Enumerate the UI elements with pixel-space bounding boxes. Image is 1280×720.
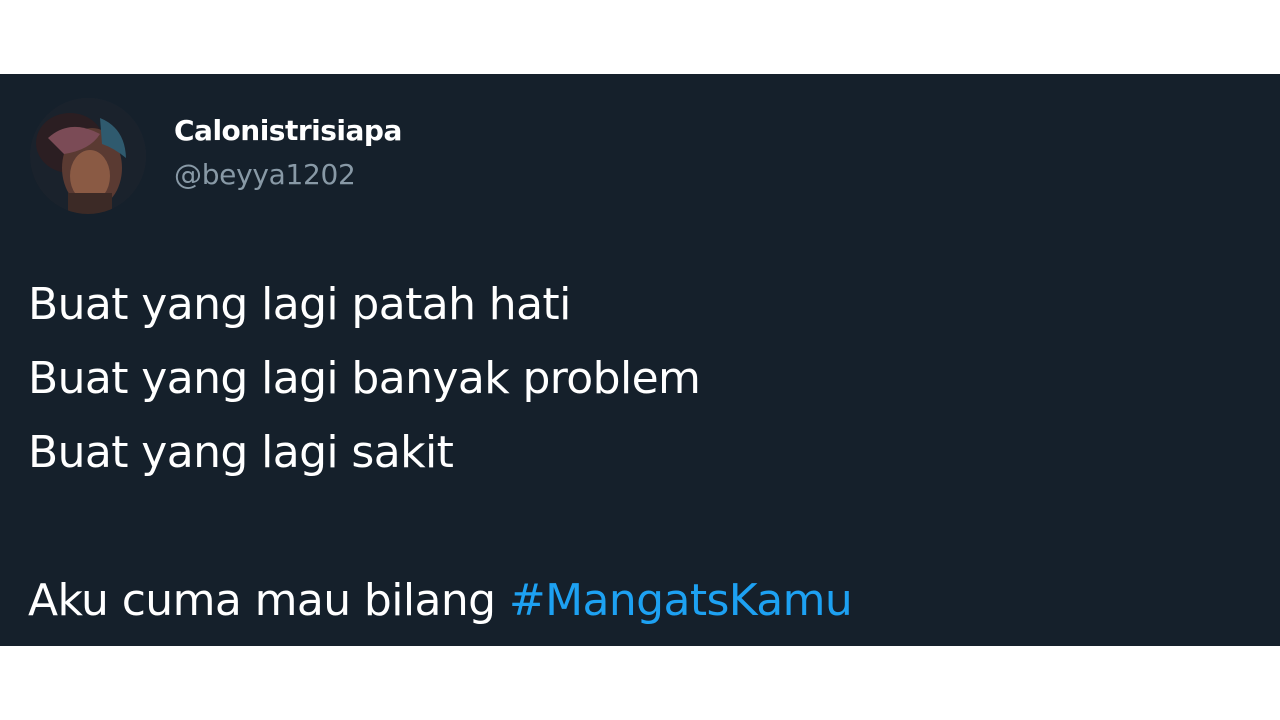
line-break <box>28 490 1248 564</box>
final-line-text: Aku cuma mau bilang <box>28 575 509 626</box>
tweet-text: Buat yang lagi patah hati Buat yang lagi… <box>28 268 1248 638</box>
user-info: Calonistrisiapa @beyya1202 <box>174 114 402 192</box>
display-name[interactable]: Calonistrisiapa <box>174 114 402 148</box>
tweet-line: Buat yang lagi sakit <box>28 427 454 478</box>
avatar-photo-icon <box>30 98 146 214</box>
tweet-line-final: Aku cuma mau bilang #MangatsKamu <box>28 564 1248 638</box>
tweet-line: Buat yang lagi patah hati <box>28 279 571 330</box>
user-handle[interactable]: @beyya1202 <box>174 158 402 192</box>
hashtag-link[interactable]: #MangatsKamu <box>509 575 853 626</box>
tweet-card: Calonistrisiapa @beyya1202 Buat yang lag… <box>0 74 1280 646</box>
tweet-line: Buat yang lagi banyak problem <box>28 353 701 404</box>
avatar[interactable] <box>30 98 146 214</box>
